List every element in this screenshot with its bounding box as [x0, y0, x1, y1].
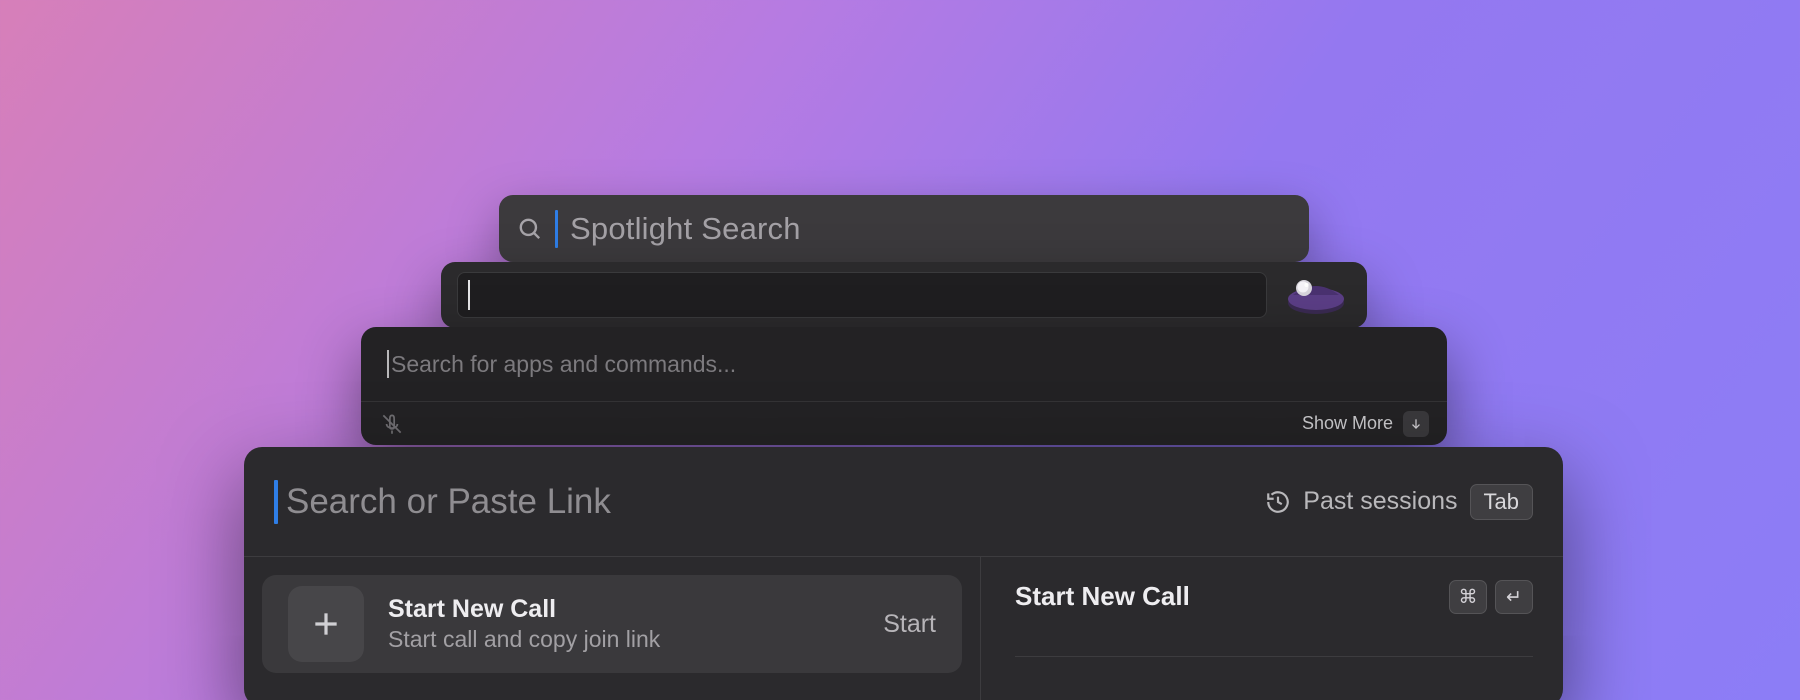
launcher-input[interactable]: Search or Paste Link [286, 482, 1257, 522]
mute-icon [379, 411, 405, 437]
show-more-label: Show More [1302, 413, 1393, 434]
text-cursor [274, 480, 278, 524]
card-title: Start New Call [388, 595, 859, 624]
arrow-down-icon [1403, 411, 1429, 437]
past-sessions-button[interactable]: Past sessions Tab [1265, 484, 1533, 520]
raycast-window: Search for apps and commands... Show Mor… [361, 327, 1447, 445]
history-icon [1265, 489, 1291, 515]
plus-icon [288, 586, 364, 662]
search-icon [517, 216, 543, 242]
alfred-input[interactable] [457, 272, 1267, 318]
spotlight-window: Spotlight Search [499, 195, 1309, 262]
text-cursor [387, 350, 389, 378]
detail-shortcut: ⌘ ↵ [1449, 580, 1533, 614]
card-text: Start New Call Start call and copy join … [388, 595, 859, 653]
past-sessions-label: Past sessions [1303, 487, 1457, 516]
card-subtitle: Start call and copy join link [388, 626, 859, 653]
alfred-logo-icon [1281, 273, 1351, 317]
divider [1015, 656, 1533, 657]
cmd-key-icon: ⌘ [1449, 580, 1487, 614]
raycast-input[interactable]: Search for apps and commands... [391, 351, 736, 378]
launcher-window: Search or Paste Link Past sessions Tab [244, 447, 1563, 700]
enter-key-icon: ↵ [1495, 580, 1533, 614]
alfred-window [441, 262, 1367, 328]
spotlight-input[interactable]: Spotlight Search [570, 211, 801, 247]
tab-key-badge: Tab [1470, 484, 1533, 520]
text-cursor [468, 280, 470, 310]
show-more-button[interactable]: Show More [1302, 411, 1429, 437]
start-new-call-card[interactable]: Start New Call Start call and copy join … [262, 575, 962, 673]
text-cursor [555, 210, 558, 248]
start-button[interactable]: Start [883, 610, 936, 639]
